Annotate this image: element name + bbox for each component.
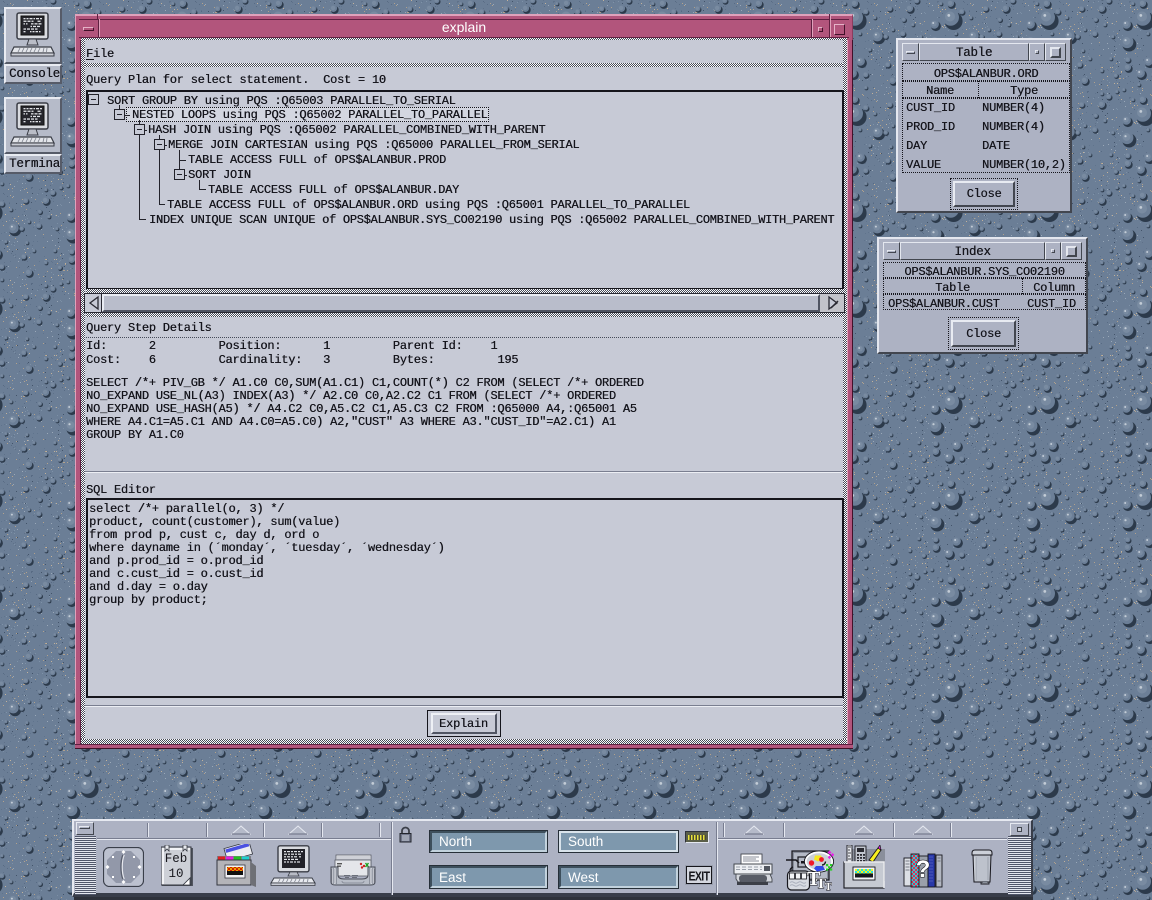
svg-text:?: ?	[916, 856, 931, 883]
svg-text:Feb: Feb	[165, 852, 188, 866]
svg-text:T: T	[825, 882, 832, 891]
svg-text:10: 10	[168, 867, 183, 881]
